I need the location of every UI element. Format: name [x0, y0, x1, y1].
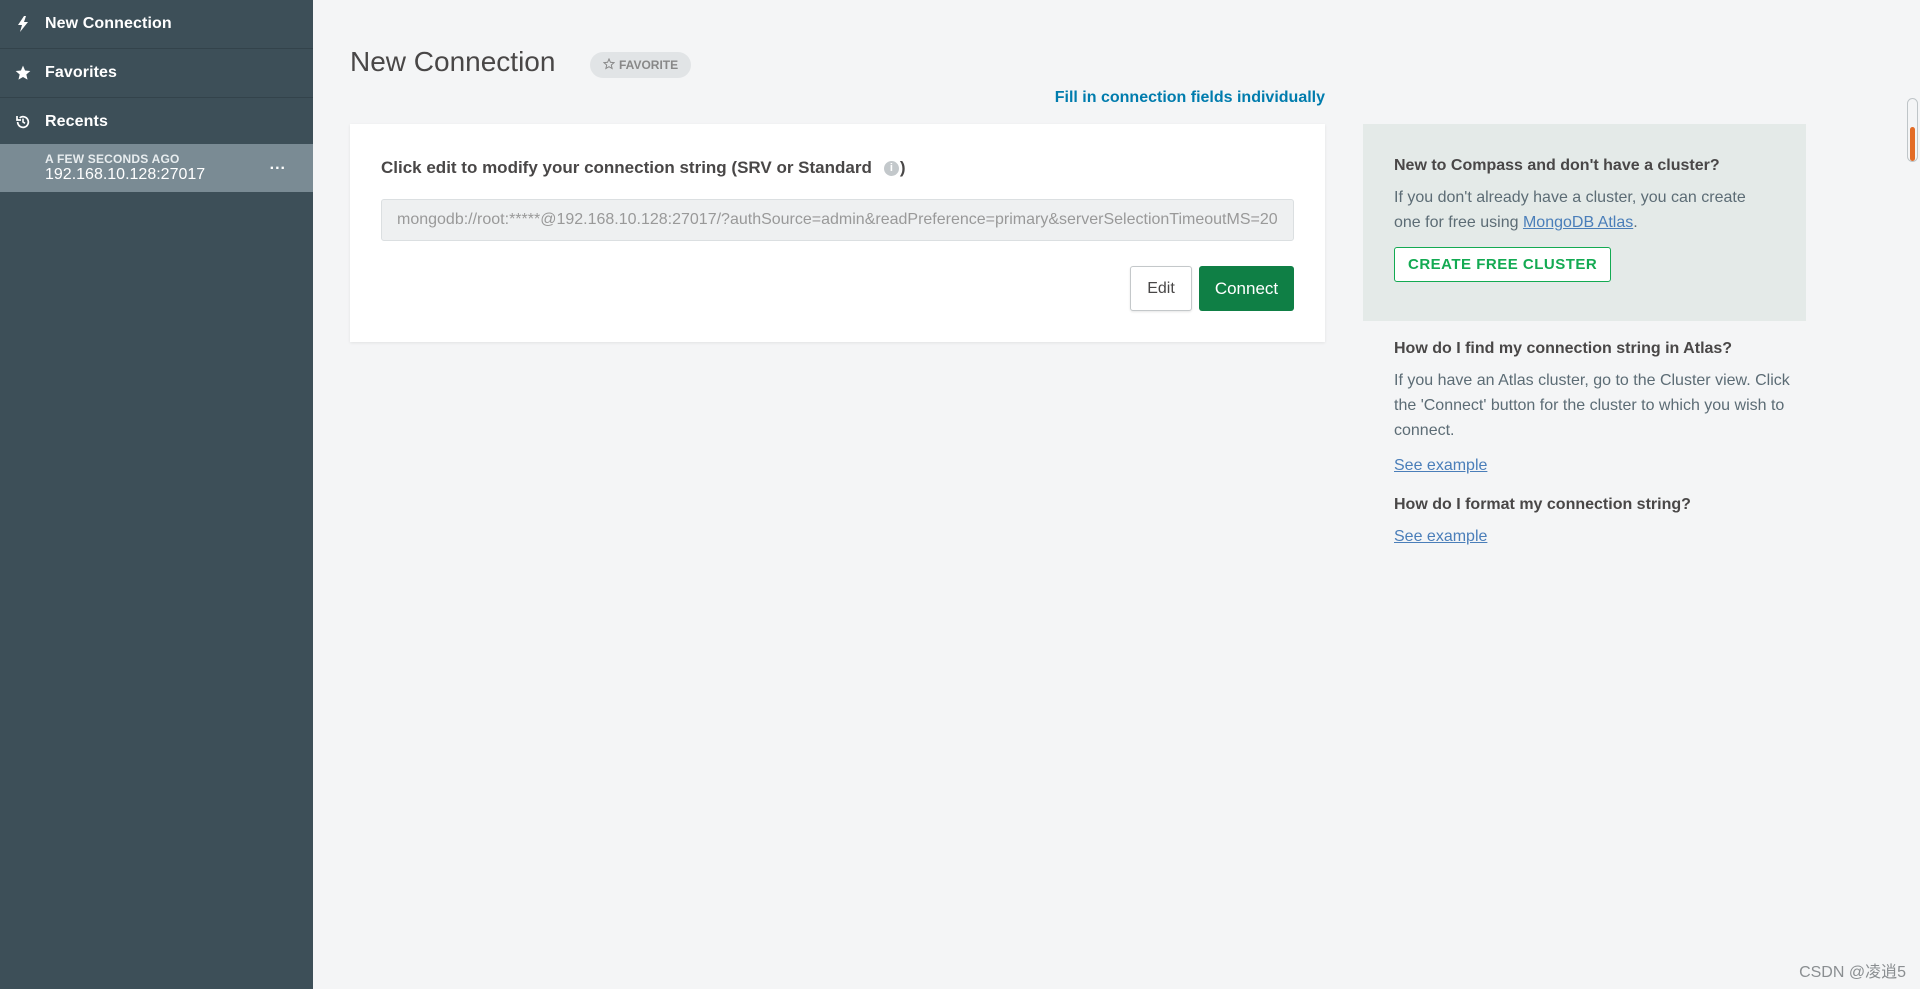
- help-heading: New to Compass and don't have a cluster?: [1394, 157, 1720, 174]
- see-example-link[interactable]: See example: [1394, 528, 1487, 545]
- favorite-button[interactable]: FAVORITE: [590, 52, 692, 78]
- help-text-part: .: [1633, 214, 1638, 231]
- connect-button[interactable]: Connect: [1199, 266, 1294, 311]
- scrollbar[interactable]: [1907, 98, 1918, 162]
- sidebar: New Connection Favorites Recents A FEW S…: [0, 0, 313, 989]
- label-text-end: ): [899, 158, 906, 177]
- sidebar-item-favorites[interactable]: Favorites: [0, 49, 313, 98]
- help-heading: How do I find my connection string in At…: [1394, 340, 1733, 357]
- history-icon: [14, 113, 32, 131]
- sidebar-item-label: Favorites: [45, 64, 118, 81]
- help-text: If you don't already have a cluster, you…: [1394, 185, 1775, 235]
- lightning-icon: [14, 15, 32, 33]
- atlas-promo-panel: New to Compass and don't have a cluster?…: [1363, 124, 1806, 321]
- help-heading: How do I format my connection string?: [1394, 496, 1691, 513]
- see-example-link[interactable]: See example: [1394, 457, 1487, 474]
- label-text: Click edit to modify your connection str…: [381, 158, 872, 177]
- create-free-cluster-button[interactable]: CREATE FREE CLUSTER: [1394, 247, 1612, 282]
- recent-host: 192.168.10.128:27017: [45, 166, 206, 183]
- mongodb-atlas-link[interactable]: MongoDB Atlas: [1523, 214, 1633, 231]
- recent-connection-item[interactable]: A FEW SECONDS AGO 192.168.10.128:27017 .…: [0, 144, 313, 192]
- info-icon[interactable]: i: [883, 160, 899, 176]
- watermark: CSDN @凌逍5: [1799, 964, 1906, 981]
- recent-time: A FEW SECONDS AGO: [45, 152, 180, 166]
- sidebar-item-recents[interactable]: Recents: [0, 98, 313, 147]
- star-icon: [14, 64, 32, 82]
- sidebar-item-label: Recents: [45, 113, 108, 130]
- star-outline-icon: [602, 57, 616, 73]
- connection-string-label: Click edit to modify your connection str…: [381, 158, 906, 178]
- scrollbar-thumb[interactable]: [1910, 127, 1915, 161]
- more-options-icon[interactable]: ...: [270, 156, 286, 174]
- connection-string-input[interactable]: [381, 199, 1294, 241]
- help-faq: How do I find my connection string in At…: [1394, 340, 1794, 549]
- favorite-label: FAVORITE: [619, 58, 679, 72]
- help-text: If you have an Atlas cluster, go to the …: [1394, 372, 1790, 439]
- sidebar-item-label: New Connection: [45, 15, 172, 32]
- page-title: New Connection: [350, 46, 556, 77]
- connection-card: Click edit to modify your connection str…: [350, 124, 1325, 342]
- sidebar-item-new-connection[interactable]: New Connection: [0, 0, 313, 49]
- edit-button[interactable]: Edit: [1130, 266, 1192, 311]
- fill-fields-individually-link[interactable]: Fill in connection fields individually: [1055, 89, 1325, 107]
